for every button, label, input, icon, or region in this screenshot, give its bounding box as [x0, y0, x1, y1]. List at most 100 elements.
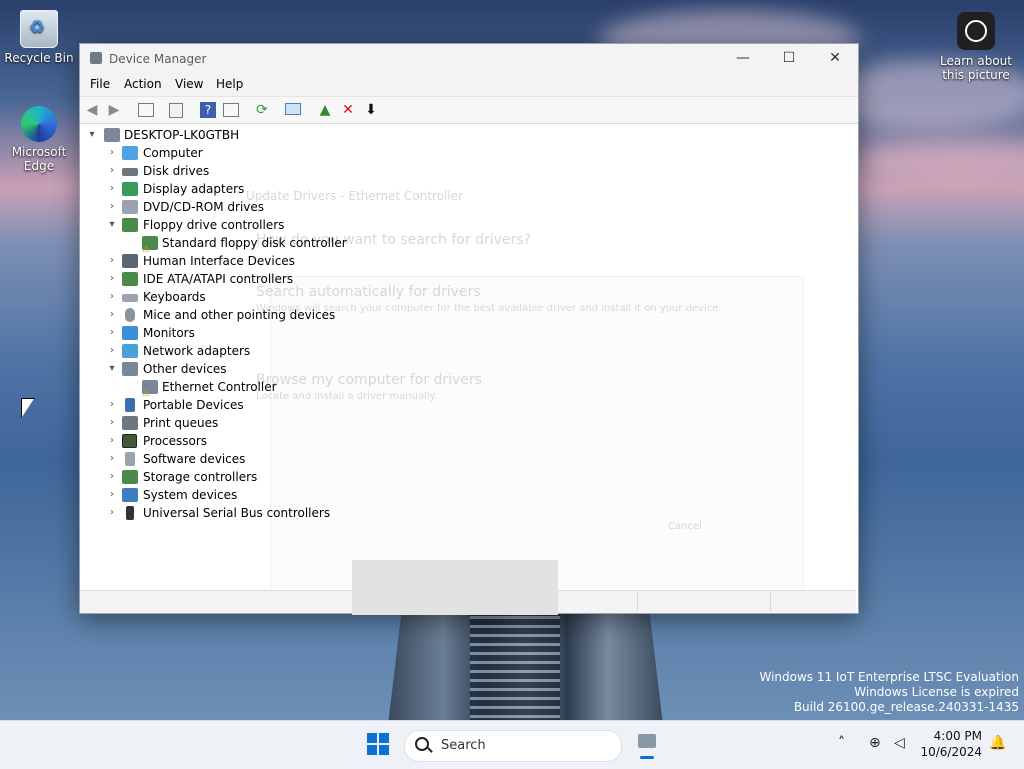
tree-item-portable-devices[interactable]: › Portable Devices [80, 396, 856, 414]
dock-stairs-image [470, 610, 560, 720]
chevron-right-icon[interactable]: › [106, 306, 118, 324]
add-legacy-icon[interactable]: ▲ [317, 102, 333, 118]
tree-item-dvd-drives[interactable]: › DVD/CD-ROM drives [80, 198, 856, 216]
tree-item-label: Storage controllers [143, 470, 258, 484]
start-logo-tile [367, 733, 377, 743]
chevron-right-icon[interactable]: › [106, 450, 118, 468]
tree-item-label: Print queues [143, 416, 219, 430]
action-pane-icon[interactable] [223, 103, 239, 117]
menu-file[interactable]: File [90, 77, 110, 91]
tree-item-hid[interactable]: › Human Interface Devices [80, 252, 856, 270]
tree-item-processors[interactable]: › Processors [80, 432, 856, 450]
edge-desktop-icon[interactable]: Microsoft Edge [2, 106, 76, 173]
chevron-right-icon[interactable]: › [106, 342, 118, 360]
chevron-right-icon[interactable]: › [106, 324, 118, 342]
tree-item-ide-controllers[interactable]: › IDE ATA/ATAPI controllers [80, 270, 856, 288]
uninstall-icon[interactable]: ✕ [340, 102, 356, 118]
edge-icon [21, 106, 57, 142]
printer-icon [122, 416, 138, 430]
chevron-right-icon[interactable]: › [106, 288, 118, 306]
back-icon[interactable]: ◀ [84, 102, 100, 118]
portable-device-icon [125, 398, 135, 412]
tree-item-keyboards[interactable]: › Keyboards [80, 288, 856, 306]
usb-icon [126, 506, 134, 520]
minimize-button[interactable]: — [720, 44, 766, 74]
device-tree: Update Drivers - Ethernet Controller How… [80, 123, 856, 589]
properties-icon[interactable] [169, 103, 183, 118]
chevron-right-icon[interactable]: › [106, 432, 118, 450]
notification-icon[interactable]: 🔔 [989, 735, 1006, 751]
tree-item-network-adapters[interactable]: › Network adapters [80, 342, 856, 360]
close-button[interactable]: ✕ [812, 44, 858, 74]
start-logo-tile [379, 745, 389, 755]
maximize-button[interactable]: ☐ [766, 44, 812, 74]
tree-item-label: Ethernet Controller [162, 380, 277, 394]
menu-action[interactable]: Action [124, 77, 162, 91]
show-hide-tree-icon[interactable] [138, 103, 154, 117]
recycle-bin-desktop-icon[interactable]: Recycle Bin [2, 10, 76, 65]
tree-item-floppy-controllers[interactable]: ▾ Floppy drive controllers [80, 216, 856, 234]
help-icon[interactable]: ? [200, 102, 216, 118]
tree-item-system-devices[interactable]: › System devices [80, 486, 856, 504]
chevron-down-icon[interactable]: ▾ [86, 126, 98, 144]
tree-root[interactable]: ▾ DESKTOP-LK0GTBH [80, 126, 856, 144]
forward-icon[interactable]: ▶ [106, 102, 122, 118]
computer-icon [122, 146, 138, 160]
chevron-right-icon[interactable]: › [106, 486, 118, 504]
edge-label: Microsoft Edge [11, 145, 67, 173]
tree-item-floppy-disk-controller[interactable]: ⚠ Standard floppy disk controller [80, 234, 856, 255]
status-divider [637, 593, 638, 611]
update-driver-icon[interactable]: ⟳ [254, 102, 270, 118]
chevron-right-icon[interactable]: › [106, 180, 118, 198]
search-icon [415, 737, 429, 751]
chevron-right-icon[interactable]: › [106, 162, 118, 180]
chevron-right-icon[interactable]: › [106, 144, 118, 162]
tree-item-monitors[interactable]: › Monitors [80, 324, 856, 342]
chevron-right-icon[interactable]: › [106, 396, 118, 414]
tree-item-label: Human Interface Devices [143, 254, 295, 268]
taskbar-clock[interactable]: 4:00 PM 10/6/2024 [918, 728, 982, 760]
chevron-down-icon[interactable]: ▾ [106, 216, 118, 234]
network-icon[interactable]: ⊕ [869, 735, 881, 751]
chevron-right-icon[interactable]: › [106, 414, 118, 432]
cloud [860, 140, 1024, 180]
chevron-right-icon[interactable]: › [106, 270, 118, 288]
tree-item-software-devices[interactable]: › Software devices [80, 450, 856, 468]
tree-item-other-devices[interactable]: ▾ Other devices [80, 360, 856, 378]
tree-item-display-adapters[interactable]: › Display adapters [80, 180, 856, 198]
dvd-drive-icon [122, 200, 138, 214]
tree-item-mice[interactable]: › Mice and other pointing devices [80, 306, 856, 324]
disable-icon[interactable]: ⬇ [363, 102, 379, 118]
chevron-down-icon[interactable]: ▾ [106, 360, 118, 378]
taskbar-device-manager[interactable] [634, 730, 660, 759]
window-title: Device Manager [109, 52, 207, 66]
tree-item-ethernet-controller[interactable]: ⚠ Ethernet Controller [80, 378, 856, 399]
tree-item-storage-controllers[interactable]: › Storage controllers [80, 468, 856, 486]
learn-about-picture[interactable]: Learn about this picture [940, 12, 1012, 82]
chevron-right-icon[interactable]: › [106, 198, 118, 216]
system-device-icon [122, 488, 138, 502]
tree-item-label: Processors [143, 434, 208, 448]
title-bar[interactable]: Device Manager — ☐ ✕ [80, 44, 858, 74]
tree-item-disk-drives[interactable]: › Disk drives [80, 162, 856, 180]
chevron-right-icon[interactable]: › [106, 468, 118, 486]
chevron-right-icon[interactable]: › [106, 252, 118, 270]
chevron-up-icon[interactable]: ˄ [838, 735, 845, 751]
menu-help[interactable]: Help [216, 77, 243, 91]
chevron-right-icon[interactable]: › [106, 504, 118, 522]
floppy-controller-icon [122, 218, 138, 232]
recycle-bin-icon [20, 10, 58, 48]
tree-item-computer[interactable]: › Computer [80, 144, 856, 162]
scan-hardware-icon[interactable] [285, 103, 301, 115]
watermark-line1: Windows 11 IoT Enterprise LTSC Evaluatio… [759, 670, 1019, 684]
start-button[interactable] [367, 733, 389, 755]
tree-item-usb-controllers[interactable]: › Universal Serial Bus controllers [80, 504, 856, 522]
tree-item-label: Keyboards [143, 290, 206, 304]
tree-item-label: IDE ATA/ATAPI controllers [143, 272, 294, 286]
volume-icon[interactable]: ◁ [894, 735, 905, 751]
tree-item-print-queues[interactable]: › Print queues [80, 414, 856, 432]
tree-item-label: Computer [143, 146, 203, 160]
menu-view[interactable]: View [175, 77, 203, 91]
start-logo-tile [379, 733, 389, 743]
taskbar-search[interactable]: Search [404, 730, 622, 762]
